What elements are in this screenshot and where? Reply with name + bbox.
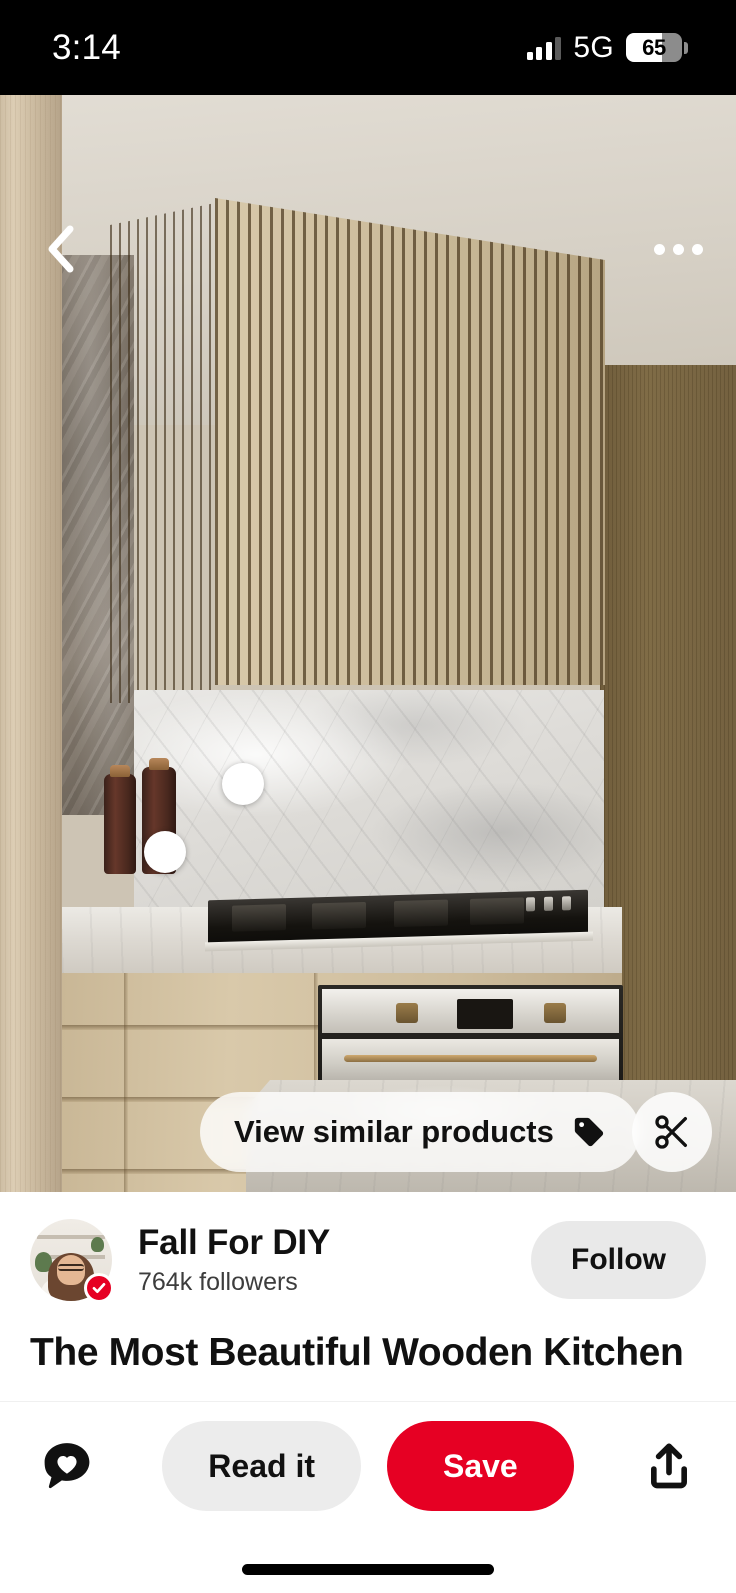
chevron-left-icon xyxy=(48,225,74,273)
view-similar-products-label: View similar products xyxy=(234,1114,554,1149)
overflow-menu-icon xyxy=(653,243,665,255)
built-in-oven xyxy=(318,985,623,1085)
back-button[interactable] xyxy=(34,223,86,275)
cellular-signal-icon xyxy=(526,36,562,60)
slatted-hood-front xyxy=(215,198,605,685)
slatted-hood-side xyxy=(110,203,215,703)
share-icon xyxy=(651,1443,687,1489)
creator-info: Fall For DIY 764k followers xyxy=(138,1223,531,1298)
verified-check-icon xyxy=(84,1273,114,1303)
pin-image[interactable]: View similar products xyxy=(0,95,736,1192)
view-similar-products-button[interactable]: View similar products xyxy=(200,1092,640,1172)
action-bar: Read it Save xyxy=(0,1402,736,1530)
status-indicators: 5G 65 xyxy=(526,30,688,65)
follow-button[interactable]: Follow xyxy=(531,1221,706,1299)
react-button[interactable] xyxy=(32,1431,102,1501)
home-indicator xyxy=(242,1564,494,1575)
visual-crop-button[interactable] xyxy=(632,1092,712,1172)
overflow-menu-icon xyxy=(672,243,684,255)
status-bar: 3:14 5G 65 xyxy=(0,0,736,95)
battery-icon: 65 xyxy=(626,33,682,62)
pepper-grinder-left xyxy=(104,765,136,874)
product-tag-dot[interactable] xyxy=(144,831,186,873)
read-it-button[interactable]: Read it xyxy=(162,1421,361,1511)
marble-backsplash xyxy=(134,690,604,920)
price-tag-icon xyxy=(574,1117,604,1147)
status-time: 3:14 xyxy=(52,27,121,67)
pin-title: The Most Beautiful Wooden Kitchen xyxy=(30,1331,684,1374)
battery-percent: 65 xyxy=(642,35,666,60)
pin-detail-screen: 3:14 5G 65 View similar products Fall Fo… xyxy=(0,0,736,1593)
kitchen-photo xyxy=(0,95,736,1192)
share-button[interactable] xyxy=(634,1431,704,1501)
network-type-label: 5G xyxy=(573,30,614,64)
save-button[interactable]: Save xyxy=(386,1421,574,1511)
overflow-menu-button[interactable] xyxy=(648,223,708,275)
creator-row[interactable]: Fall For DIY 764k followers Follow xyxy=(0,1210,736,1310)
avatar[interactable] xyxy=(30,1219,114,1303)
creator-name: Fall For DIY xyxy=(138,1222,331,1262)
scissors-icon xyxy=(655,1115,687,1149)
comment-heart-icon xyxy=(44,1443,90,1489)
overflow-menu-icon xyxy=(691,243,703,255)
product-tag-dot[interactable] xyxy=(222,763,264,805)
creator-followers: 764k followers xyxy=(138,1268,298,1297)
